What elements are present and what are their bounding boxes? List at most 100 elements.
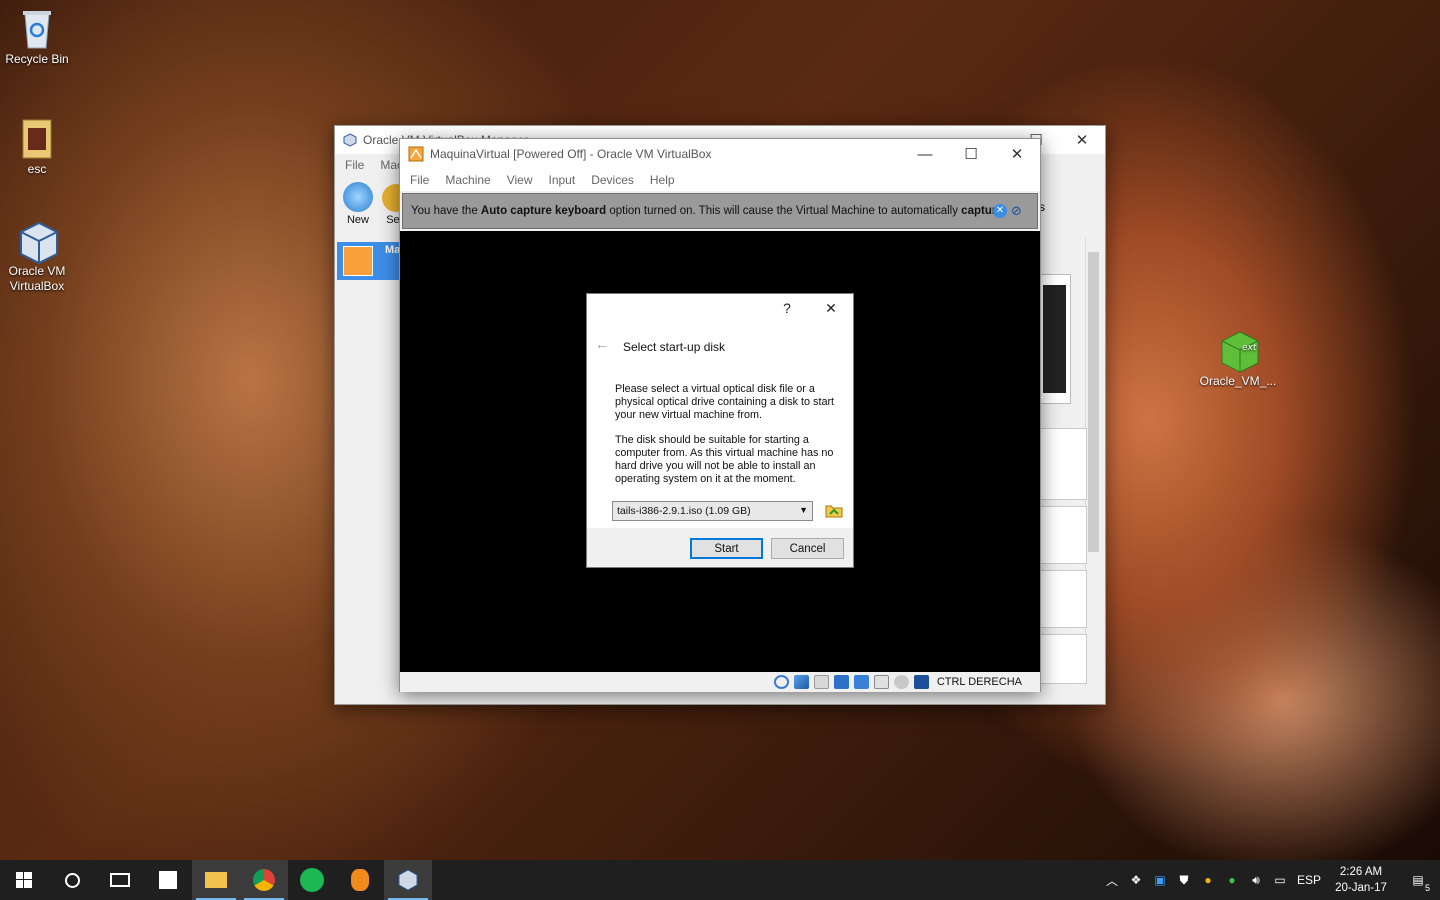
instruction-paragraph: Please select a virtual optical disk fil…: [615, 383, 835, 421]
details-section: [1039, 428, 1087, 500]
menu-file[interactable]: File: [337, 158, 372, 172]
dialog-titlebar: ? ✕: [587, 294, 853, 322]
system-tray: ︿ ❖ ▣ ⛊ ● ● 🔊︎ ▭ ESP 2:26 AM 20-Jan-17 ▤…: [1100, 860, 1440, 900]
manager-close-button[interactable]: ✕: [1059, 125, 1105, 155]
shared-folder-icon[interactable]: [813, 675, 829, 689]
windows-logo-icon: [16, 872, 32, 888]
task-view-button[interactable]: [96, 860, 144, 900]
virtualbox-icon: [343, 133, 357, 147]
menu-view[interactable]: View: [499, 173, 541, 187]
details-section: [1039, 570, 1087, 628]
file-explorer-button[interactable]: [192, 860, 240, 900]
dialog-heading: Select start-up disk: [623, 340, 726, 354]
taskbar: ︿ ❖ ▣ ⛊ ● ● 🔊︎ ▭ ESP 2:26 AM 20-Jan-17 ▤…: [0, 860, 1440, 900]
spotify-icon: [300, 868, 324, 892]
menu-help[interactable]: Help: [642, 173, 683, 187]
notification-count-badge: 5: [1424, 883, 1430, 893]
chevron-down-icon: ▼: [799, 505, 808, 515]
recycle-bin-icon: [17, 8, 57, 49]
back-arrow-icon[interactable]: ←: [595, 336, 609, 352]
vm-menubar: File Machine View Input Devices Help: [400, 169, 1040, 191]
start-button[interactable]: Start: [690, 538, 763, 559]
clock[interactable]: 2:26 AM 20-Jan-17: [1326, 864, 1396, 896]
vm-statusbar: CTRL DERECHA: [400, 672, 1040, 692]
desktop-icon-recycle-bin[interactable]: Recycle Bin: [0, 8, 74, 66]
chrome-button[interactable]: [240, 860, 288, 900]
cancel-button[interactable]: Cancel: [771, 538, 844, 559]
chrome-tray-icon[interactable]: ●: [1196, 873, 1220, 887]
store-icon: [159, 871, 177, 889]
network-icon[interactable]: [853, 675, 869, 689]
clock-date: 20-Jan-17: [1335, 882, 1387, 894]
details-section: [1039, 506, 1087, 564]
new-button[interactable]: New: [339, 182, 377, 232]
display-icon[interactable]: [833, 675, 849, 689]
action-center-button[interactable]: ▤ 5: [1396, 873, 1440, 893]
vm-titlebar[interactable]: MaquinaVirtual [Powered Off] - Oracle VM…: [400, 139, 1040, 169]
desktop-icon-extension-pack[interactable]: ext Oracle_VM_...: [1198, 330, 1278, 388]
desktop-icon-virtualbox[interactable]: Oracle VM VirtualBox: [0, 220, 74, 294]
spotify-button[interactable]: [288, 860, 336, 900]
folder-icon: [205, 872, 227, 888]
virtualbox-icon: [17, 220, 58, 265]
chrome-icon: [253, 869, 275, 891]
recording-icon[interactable]: [873, 675, 889, 689]
usb-icon[interactable]: [793, 675, 809, 689]
tray-app-icon[interactable]: ▣: [1148, 873, 1172, 887]
dialog-close-button[interactable]: ✕: [809, 300, 853, 317]
preview-panel: [1039, 274, 1071, 404]
volume-icon[interactable]: 🔊︎: [1244, 873, 1268, 888]
details-scrollbar[interactable]: [1085, 238, 1101, 686]
cortana-search-button[interactable]: [48, 860, 96, 900]
notice-bold-text: Auto capture keyboard: [480, 205, 607, 217]
menu-devices[interactable]: Devices: [583, 173, 642, 187]
optical-drive-icon[interactable]: [773, 675, 789, 689]
cpu-icon[interactable]: [893, 675, 909, 689]
help-button[interactable]: ?: [765, 300, 809, 316]
language-indicator[interactable]: ESP: [1292, 873, 1326, 887]
mute-notice-icon[interactable]: ⊘: [1011, 203, 1027, 219]
close-notice-icon[interactable]: ✕: [993, 204, 1007, 218]
image-file-icon: [17, 118, 57, 159]
disk-select[interactable]: tails-i386-2.9.1.iso (1.09 GB) ▼: [612, 501, 813, 521]
vm-name-label: Ma: [385, 244, 401, 256]
folder-icon: [825, 505, 843, 518]
virtualbox-icon: [398, 869, 418, 891]
notification-icon: ▤: [1412, 873, 1424, 887]
network-icon[interactable]: ▭: [1268, 873, 1292, 887]
shield-icon[interactable]: ⛊: [1172, 873, 1196, 888]
auto-capture-notice: You have the Auto capture keyboard optio…: [402, 193, 1038, 229]
close-button[interactable]: ✕: [994, 139, 1040, 169]
notice-text: option turned on. This will cause the Vi…: [606, 205, 962, 217]
store-button[interactable]: [144, 860, 192, 900]
new-icon: [343, 182, 373, 212]
vm-os-icon: [343, 246, 373, 276]
menu-machine[interactable]: Machine: [437, 173, 498, 187]
chevron-up-icon[interactable]: ︿: [1100, 872, 1124, 889]
start-button[interactable]: [0, 860, 48, 900]
desktop-icon-esc[interactable]: esc: [0, 118, 74, 176]
choose-disk-button[interactable]: [825, 502, 843, 518]
host-key-icon[interactable]: [913, 675, 929, 689]
menu-input[interactable]: Input: [541, 173, 584, 187]
dialog-body: ← Select start-up disk Please select a v…: [587, 322, 853, 528]
virtualbox-taskbar-button[interactable]: [384, 860, 432, 900]
vm-list-item[interactable]: Ma: [337, 242, 401, 280]
menu-file[interactable]: File: [402, 173, 437, 187]
icon-label: esc: [27, 162, 47, 176]
tray-green-icon[interactable]: ●: [1220, 873, 1244, 887]
icon-label: Recycle Bin: [5, 52, 69, 66]
notice-text: You have the: [411, 205, 481, 217]
fl-studio-button[interactable]: [336, 860, 384, 900]
maximize-button[interactable]: ☐: [948, 139, 994, 169]
scrollbar-thumb[interactable]: [1088, 252, 1099, 552]
icon-label: Oracle_VM_...: [1199, 374, 1277, 388]
disk-select-value: tails-i386-2.9.1.iso (1.09 GB): [617, 505, 751, 517]
circle-icon: [64, 872, 80, 888]
minimize-button[interactable]: —: [902, 139, 948, 169]
select-startup-disk-dialog[interactable]: ? ✕ ← Select start-up disk Please select…: [586, 293, 854, 568]
dropbox-icon[interactable]: ❖: [1124, 873, 1148, 887]
details-section: [1039, 634, 1087, 684]
task-view-icon: [110, 873, 130, 887]
fruit-icon: [351, 869, 369, 891]
